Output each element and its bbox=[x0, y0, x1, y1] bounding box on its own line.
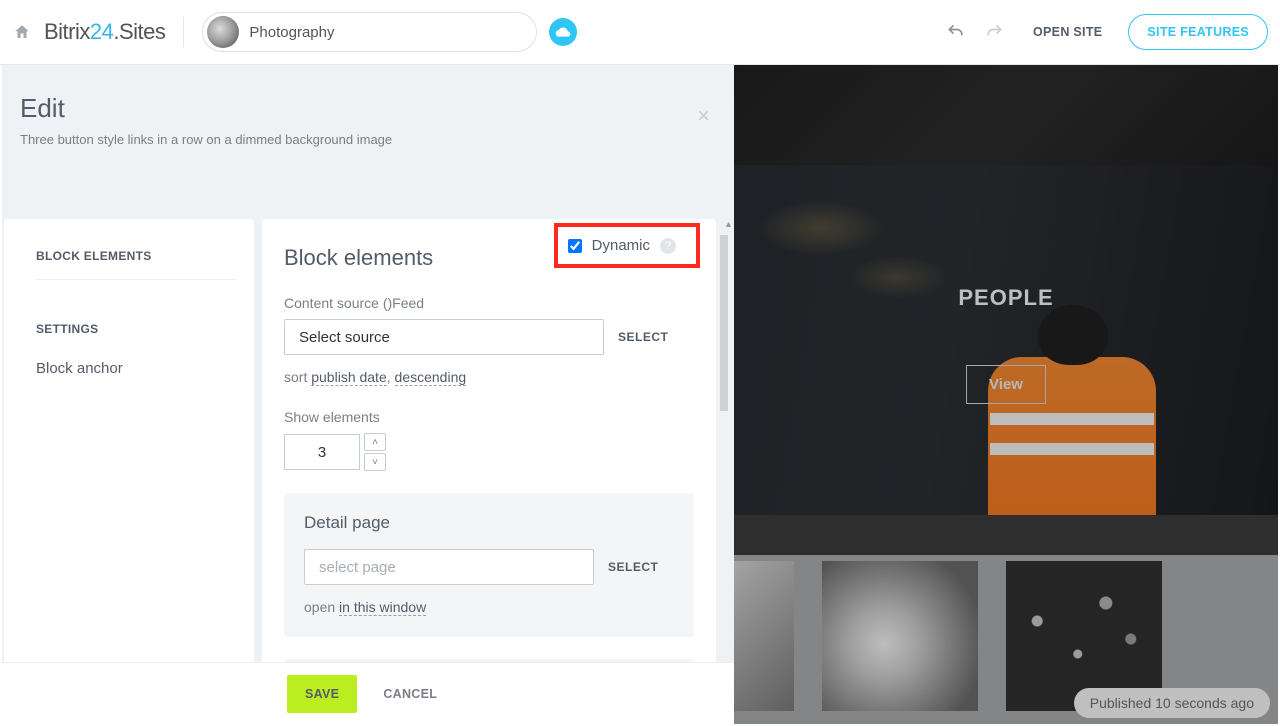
workspace: Edit Three button style links in a row o… bbox=[2, 65, 1278, 724]
site-features-button[interactable]: SITE FEATURES bbox=[1128, 14, 1268, 50]
sort-prefix: sort bbox=[284, 369, 307, 385]
detail-page-heading: Detail page bbox=[304, 513, 674, 533]
open-prefix: open bbox=[304, 599, 335, 615]
edit-form: Block elements Dynamic ? Content source … bbox=[262, 219, 716, 662]
edit-panel: Edit Three button style links in a row o… bbox=[2, 65, 734, 724]
content-source-input[interactable] bbox=[284, 319, 604, 355]
cloud-button[interactable] bbox=[549, 18, 577, 46]
show-elements-input[interactable] bbox=[284, 434, 360, 470]
detail-page-select-button[interactable]: SELECT bbox=[608, 560, 658, 574]
sidebar-heading-block-elements[interactable]: BLOCK ELEMENTS bbox=[36, 249, 236, 263]
site-selector[interactable]: Photography bbox=[202, 12, 537, 52]
sort-field-link[interactable]: publish date bbox=[311, 369, 387, 386]
quantity-stepper: ˄ ˅ bbox=[364, 433, 386, 471]
sidebar-heading-settings[interactable]: SETTINGS bbox=[36, 322, 236, 336]
undo-button[interactable] bbox=[943, 19, 969, 45]
site-avatar bbox=[207, 16, 239, 48]
save-button[interactable]: SAVE bbox=[287, 675, 357, 713]
top-toolbar: Bitrix24.Sites Photography OPEN SITE SIT… bbox=[0, 0, 1280, 65]
published-pill: Published 10 seconds ago bbox=[1074, 688, 1270, 718]
preview-view-button[interactable]: View bbox=[966, 365, 1046, 404]
sidebar-item-block-anchor[interactable]: Block anchor bbox=[36, 352, 236, 385]
cancel-button[interactable]: CANCEL bbox=[383, 687, 437, 701]
edit-footer: SAVE CANCEL bbox=[2, 662, 734, 724]
open-site-button[interactable]: OPEN SITE bbox=[1019, 15, 1116, 49]
sort-line: sort publish date, descending bbox=[284, 369, 694, 385]
redo-button[interactable] bbox=[981, 19, 1007, 45]
sort-sep: , bbox=[387, 369, 391, 385]
divider bbox=[183, 17, 184, 47]
close-icon[interactable]: × bbox=[697, 103, 710, 129]
open-target-line: open in this window bbox=[304, 599, 674, 615]
detail-page-card: Detail page SELECT open in this window bbox=[284, 493, 694, 637]
show-elements-label: Show elements bbox=[284, 409, 694, 425]
brand-number: 24 bbox=[90, 19, 113, 44]
brand-prefix: Bitrix bbox=[44, 19, 90, 44]
preview-top-strip bbox=[734, 65, 1278, 165]
edit-subtitle: Three button style links in a row on a d… bbox=[20, 132, 716, 147]
step-up-button[interactable]: ˄ bbox=[364, 433, 386, 451]
sort-order-link[interactable]: descending bbox=[395, 369, 467, 386]
form-scrollbar[interactable]: ▴ ▾ bbox=[720, 225, 730, 705]
scroll-thumb[interactable] bbox=[720, 235, 728, 411]
brand-suffix: .Sites bbox=[113, 19, 165, 44]
preview-hero-title: PEOPLE bbox=[734, 285, 1278, 311]
help-icon[interactable]: ? bbox=[660, 238, 676, 254]
page-preview: PEOPLE View Published 10 seconds ago bbox=[734, 65, 1278, 724]
preview-hero: PEOPLE View bbox=[734, 165, 1278, 515]
edit-sidebar: BLOCK ELEMENTS SETTINGS Block anchor bbox=[4, 219, 254, 662]
content-source-label: Content source ()Feed bbox=[284, 295, 694, 311]
dynamic-highlight: Dynamic ? bbox=[554, 223, 700, 268]
content-source-select-button[interactable]: SELECT bbox=[618, 330, 668, 344]
edit-title: Edit bbox=[20, 93, 716, 124]
dynamic-label: Dynamic bbox=[592, 237, 650, 254]
detail-page-input[interactable] bbox=[304, 549, 594, 585]
scroll-up-icon[interactable]: ▴ bbox=[726, 219, 731, 230]
home-icon[interactable] bbox=[12, 22, 32, 42]
edit-header: Edit Three button style links in a row o… bbox=[2, 65, 734, 169]
open-target-link[interactable]: in this window bbox=[339, 599, 426, 616]
dynamic-checkbox[interactable] bbox=[568, 239, 582, 253]
preview-hero-figure bbox=[958, 295, 1158, 515]
site-name: Photography bbox=[249, 24, 334, 41]
gallery-thumb[interactable] bbox=[734, 561, 794, 711]
step-down-button[interactable]: ˅ bbox=[364, 453, 386, 471]
gallery-thumb[interactable] bbox=[822, 561, 978, 711]
brand-logo: Bitrix24.Sites bbox=[44, 19, 165, 45]
sidebar-divider bbox=[36, 279, 236, 280]
